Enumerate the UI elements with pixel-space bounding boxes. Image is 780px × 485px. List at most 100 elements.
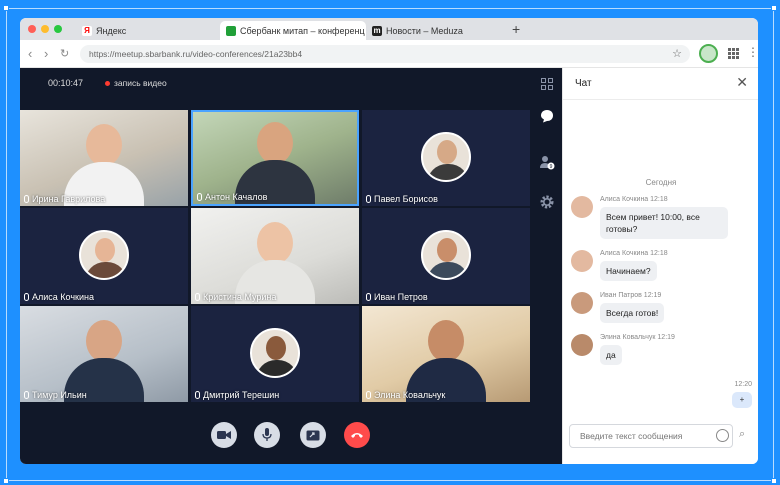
face	[428, 320, 464, 362]
participants-icon[interactable]: 9	[539, 154, 555, 170]
apps-icon[interactable]	[728, 48, 739, 59]
address-bar: ‹ › ↻ https://meetup.sbarbank.ru/video-c…	[20, 40, 758, 68]
tab-sber[interactable]: Сбербанк митап – конференц ✕	[220, 21, 366, 40]
mic-icon	[366, 293, 371, 301]
mic-icon	[366, 391, 371, 399]
participant-avatar	[421, 132, 471, 182]
participant-label: Элина Ковальчук	[366, 390, 445, 400]
participant-tile[interactable]: Кристина Мурина	[191, 208, 359, 304]
sber-icon	[226, 25, 236, 36]
minimize-window-button[interactable]	[41, 25, 49, 33]
participant-tile[interactable]: Алиса Кочкина	[20, 208, 188, 304]
mic-icon	[366, 195, 371, 203]
participant-label: Кристина Мурина	[195, 292, 276, 302]
attach-icon[interactable]: ⌕	[739, 428, 745, 441]
bookmark-icon[interactable]: ☆	[672, 45, 682, 63]
participant-tile[interactable]: Павел Борисов	[362, 110, 530, 206]
new-tab-button[interactable]: +	[512, 21, 520, 37]
url-field[interactable]: https://meetup.sbarbank.ru/video-confere…	[80, 45, 690, 63]
chat-message: Алиса Кочкина 12:18 Начинаем?	[571, 250, 751, 282]
reload-icon[interactable]: ↻	[60, 47, 69, 60]
close-window-button[interactable]	[28, 25, 36, 33]
emoji-icon[interactable]	[716, 429, 729, 442]
avatar	[571, 196, 593, 218]
browser-window: Я Яндекс Сбербанк митап – конференц ✕ m …	[20, 18, 758, 464]
mic-icon	[195, 293, 200, 301]
tab-yandex[interactable]: Я Яндекс	[76, 21, 216, 40]
face	[257, 222, 293, 264]
own-message-bubble: +	[732, 392, 752, 408]
chat-message: Иван Патров 12:19 Всегда готов!	[571, 292, 751, 324]
divider	[563, 99, 758, 100]
tab-label: Сбербанк митап – конференц	[240, 25, 365, 36]
url-text: https://meetup.sbarbank.ru/video-confere…	[89, 49, 303, 59]
participant-label: Тимур Ильин	[24, 390, 87, 400]
microphone-button[interactable]	[254, 422, 280, 448]
settings-gear-icon[interactable]	[539, 194, 555, 210]
hang-up-icon	[351, 433, 363, 438]
end-call-button[interactable]	[344, 422, 370, 448]
mic-icon	[24, 391, 29, 399]
side-toolbar: 9	[532, 108, 562, 308]
call-controls	[20, 422, 562, 452]
participant-tile[interactable]: Иван Петров	[362, 208, 530, 304]
microphone-icon	[262, 428, 272, 441]
tab-bar: Я Яндекс Сбербанк митап – конференц ✕ m …	[20, 18, 758, 40]
message-meta: Иван Патров 12:19	[600, 292, 662, 299]
video-call-area: 00:10:47 запись видео Ирина Гаврилова Ан…	[20, 68, 562, 464]
own-message-time: 12:20	[734, 381, 752, 388]
mic-icon	[24, 293, 29, 301]
face	[86, 124, 122, 166]
chat-panel: Чат ✕ Сегодня Алиса Кочкина 12:18 Всем п…	[562, 68, 758, 464]
svg-text:9: 9	[550, 164, 553, 170]
close-chat-icon[interactable]: ✕	[736, 74, 748, 91]
chat-icon[interactable]	[539, 108, 555, 124]
participant-tile[interactable]: Ирина Гаврилова	[20, 110, 188, 206]
window-controls	[28, 25, 62, 33]
message-meta: Алиса Кочкина 12:18	[600, 250, 668, 257]
menu-icon[interactable]: ⋮	[747, 45, 758, 59]
recording-indicator: запись видео	[105, 78, 167, 88]
camera-button[interactable]	[211, 422, 237, 448]
share-screen-icon	[306, 430, 320, 440]
message-meta: Элина Ковальчук 12:19	[600, 334, 675, 341]
share-screen-button[interactable]	[300, 422, 326, 448]
frame-corner	[771, 478, 777, 484]
face	[257, 122, 293, 164]
participant-tile[interactable]: Тимур Ильин	[20, 306, 188, 402]
maximize-window-button[interactable]	[54, 25, 62, 33]
tab-label: Новости – Meduza	[386, 25, 463, 36]
frame-corner	[3, 5, 9, 11]
participant-label: Дмитрий Терешин	[195, 390, 279, 400]
back-icon[interactable]: ‹	[28, 46, 32, 61]
avatar	[571, 250, 593, 272]
record-dot-icon	[105, 80, 110, 86]
participant-label: Антон Качалов	[197, 192, 267, 202]
participant-label: Иван Петров	[366, 292, 428, 302]
frame-corner	[3, 478, 9, 484]
layout-grid-icon[interactable]	[541, 78, 553, 90]
tab-meduza[interactable]: m Новости – Meduza	[366, 21, 506, 40]
forward-icon[interactable]: ›	[44, 46, 48, 61]
avatar	[571, 334, 593, 356]
participant-tile[interactable]: Элина Ковальчук	[362, 306, 530, 402]
mic-icon	[197, 193, 202, 201]
participant-avatar	[421, 230, 471, 280]
camera-icon	[217, 431, 231, 439]
participant-label: Павел Борисов	[366, 194, 438, 204]
recording-label: запись видео	[114, 78, 167, 88]
chat-message: Алиса Кочкина 12:18 Всем привет! 10:00, …	[571, 196, 751, 240]
participant-tile-speaking[interactable]: Антон Качалов	[191, 110, 359, 206]
profile-avatar[interactable]	[699, 44, 718, 63]
participant-tile[interactable]: Дмитрий Терешин	[191, 306, 359, 402]
chat-title: Чат	[575, 78, 592, 89]
call-timer: 00:10:47	[48, 78, 84, 88]
message-meta: Алиса Кочкина 12:18	[600, 196, 668, 203]
participant-label: Ирина Гаврилова	[24, 194, 105, 204]
meduza-icon: m	[372, 25, 382, 36]
message-bubble: Начинаем?	[600, 261, 657, 281]
mic-icon	[195, 391, 200, 399]
face	[86, 320, 122, 362]
frame-corner	[771, 5, 777, 11]
message-input[interactable]	[569, 424, 733, 448]
